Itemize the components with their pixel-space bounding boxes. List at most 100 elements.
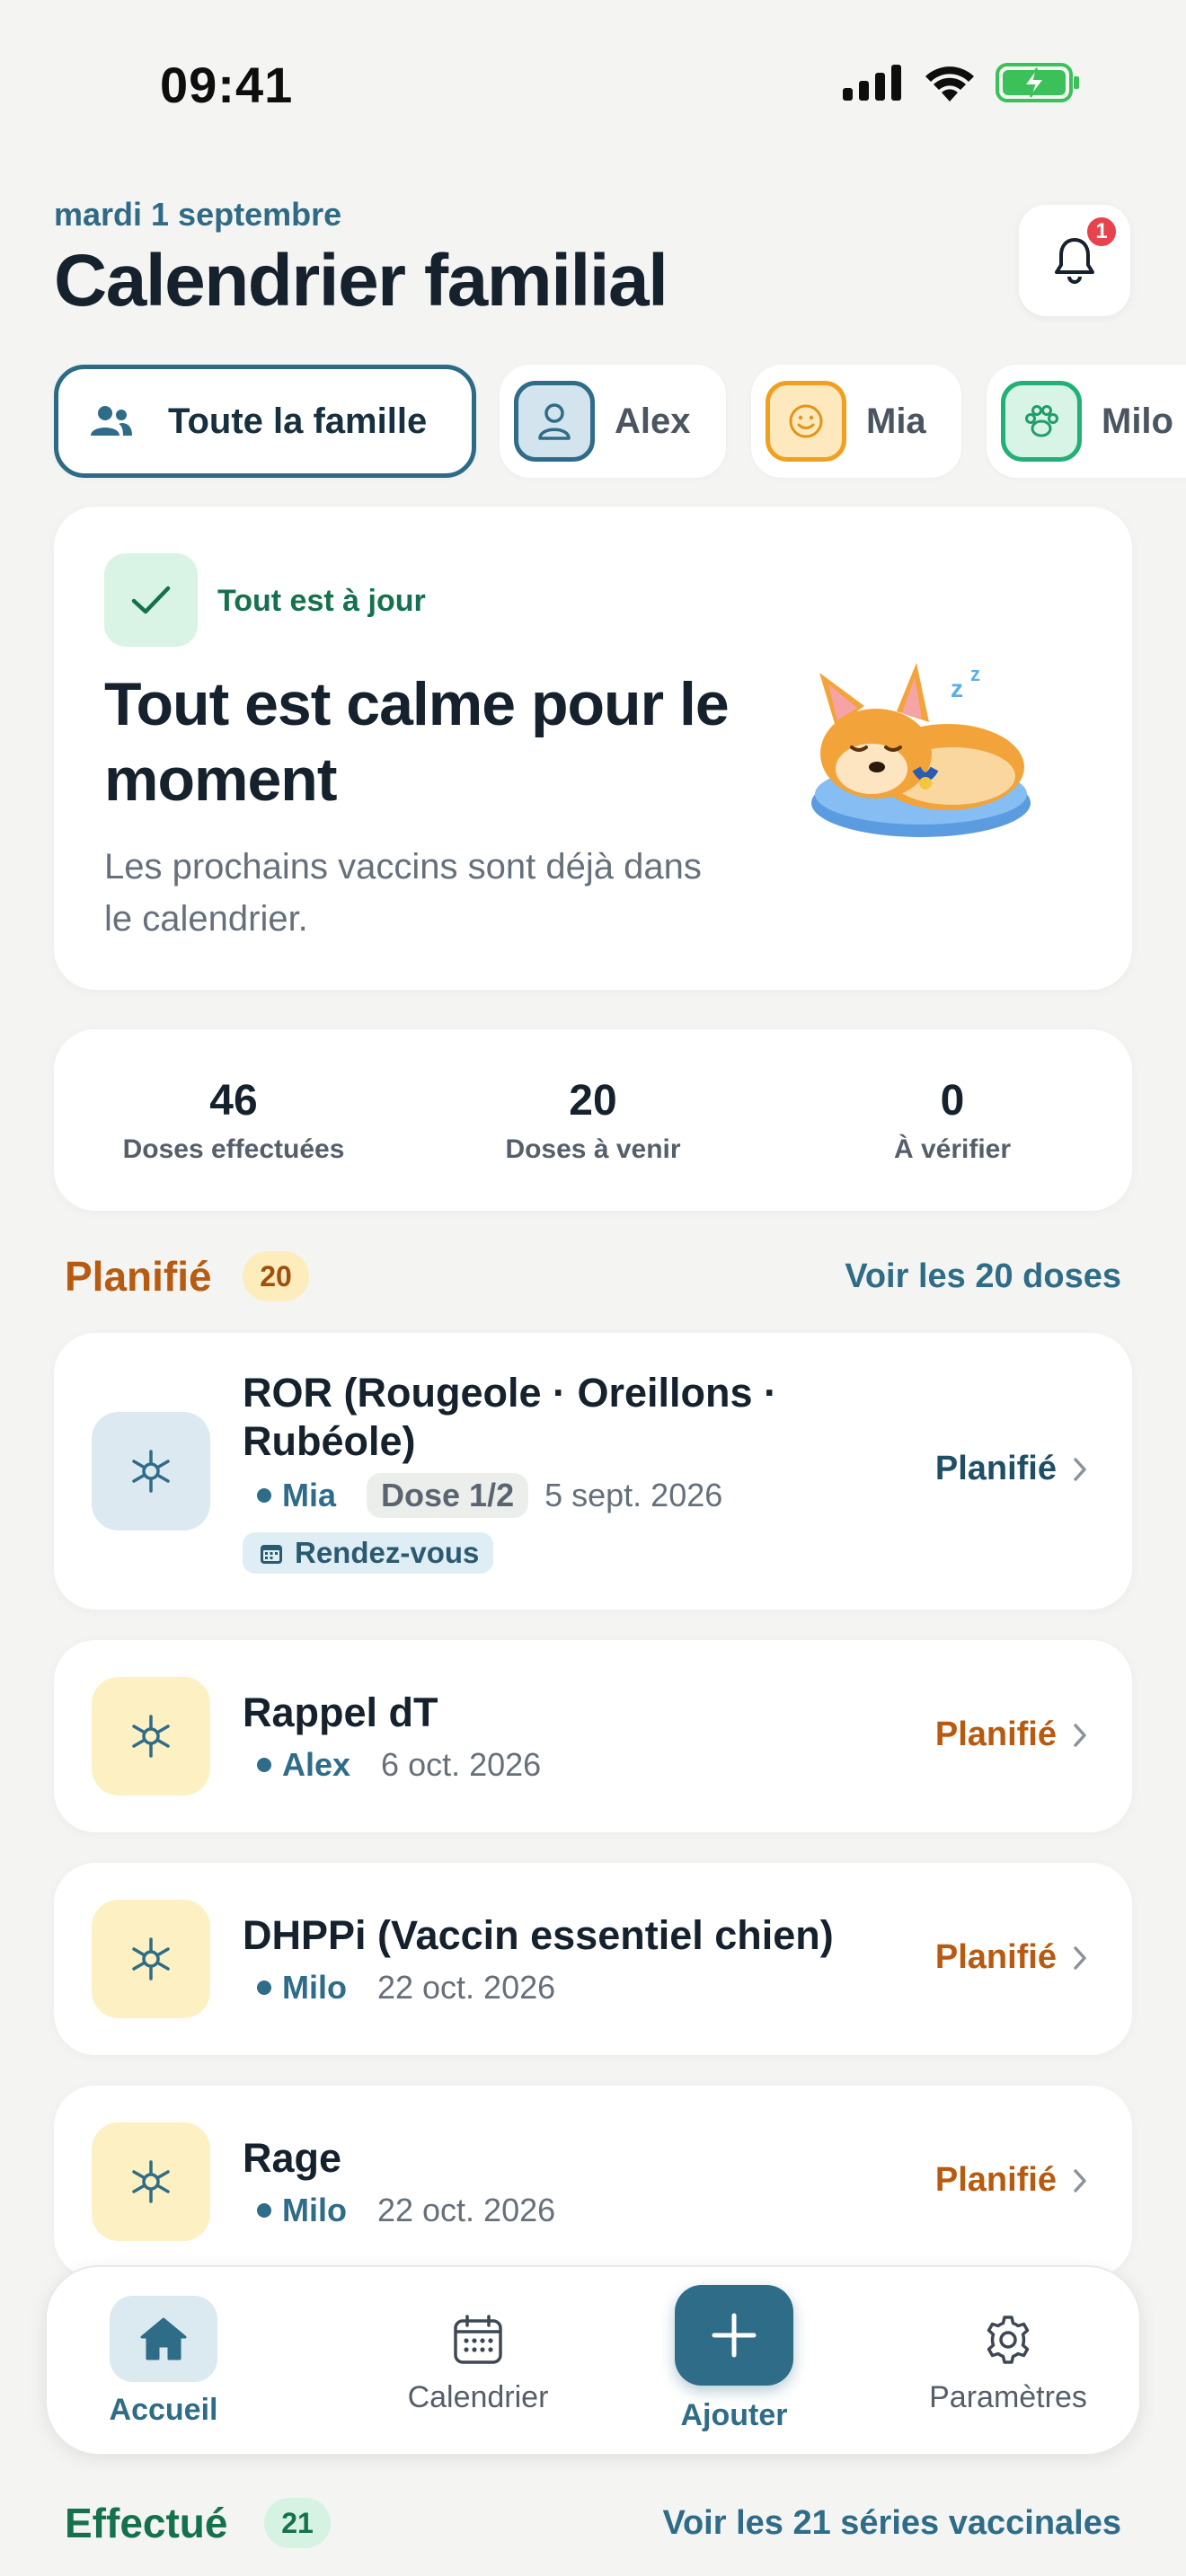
tab-add[interactable]: Ajouter [631, 2267, 837, 2457]
plus-icon [712, 2313, 757, 2358]
filter-label: Milo [1102, 401, 1173, 441]
tab-calendar[interactable]: Calendrier [343, 2267, 613, 2457]
see-all-done-link[interactable]: Voir les 21 séries vaccinales [662, 2504, 1121, 2543]
person-dot [257, 2203, 271, 2218]
stat-to-check: 0 À vérifier [773, 1029, 1132, 1211]
person-dot [257, 1981, 271, 1995]
done-count-badge: 21 [264, 2498, 331, 2548]
chevron-right-icon [1074, 1945, 1086, 1970]
gear-icon [987, 2316, 1030, 2364]
vaccine-badge [92, 1412, 210, 1531]
filter-label: Mia [866, 401, 926, 441]
tab-home-label: Accueil [109, 2393, 218, 2427]
battery-icon [996, 63, 1079, 102]
dose-card-rappel-dt[interactable]: Rappel dT Alex 6 oct. 2026 Planifié [54, 1640, 1132, 1832]
stat-value: 46 [209, 1076, 258, 1125]
people-icon [91, 406, 132, 436]
signal-icon [843, 65, 901, 101]
calendar-icon [454, 2315, 502, 2364]
see-all-planned-link[interactable]: Voir les 20 doses [845, 1257, 1121, 1296]
dose-name: Rappel dT [243, 1689, 438, 1735]
page-title: Calendrier familial [54, 240, 668, 322]
tab-home[interactable]: Accueil [65, 2267, 262, 2457]
wifi-icon [925, 66, 974, 101]
dose-status-label: Planifié [934, 2161, 1057, 2199]
dose-person: Mia [282, 1477, 337, 1513]
stats-card: 46 Doses effectuées 20 Doses à venir 0 À… [54, 1029, 1132, 1211]
dose-person: Milo [282, 1969, 347, 2006]
done-section-title: Effectué [65, 2500, 228, 2546]
stat-value: 0 [940, 1076, 965, 1125]
dose-status-label: Planifié [934, 1716, 1057, 1753]
status-subtitle: Les prochains vaccins sont déjà dans le … [104, 847, 702, 939]
dose-date: 6 oct. 2026 [381, 1746, 542, 1783]
avatar-alex [514, 381, 595, 462]
filter-label: Toute la famille [168, 401, 428, 441]
stat-label: Doses effectuées [122, 1134, 345, 1164]
dose-status-label: Planifié [934, 1450, 1057, 1487]
snowflake-vaccine-icon [132, 2160, 170, 2203]
status-tag: Tout est à jour [217, 584, 426, 618]
chevron-right-icon [1074, 1723, 1086, 1747]
status-card: Tout est à jour Tout est calme pour le m… [54, 507, 1132, 990]
dose-name: DHPPi (Vaccin essentiel chien) [243, 1912, 834, 1958]
avatar-milo [1001, 381, 1082, 462]
planned-count-badge: 20 [243, 1251, 309, 1301]
dose-number: Dose 1/2 [367, 1473, 529, 1518]
tab-settings-label: Paramètres [929, 2380, 1087, 2414]
status-title: Tout est calme pour le moment [104, 670, 730, 814]
dose-name: Rage [243, 2135, 342, 2181]
notification-badge: 1 [1084, 214, 1120, 250]
appointment-tag: Rendez-vous [243, 1532, 494, 1574]
vaccine-badge [92, 2122, 210, 2241]
add-button[interactable] [675, 2285, 793, 2386]
stat-value: 20 [569, 1076, 617, 1125]
dose-status: Planifié [935, 1716, 1087, 1754]
dose-status: Planifié [935, 2161, 1087, 2200]
stat-doses-done: 46 Doses effectuées [54, 1029, 413, 1211]
vaccine-badge [92, 1900, 210, 2018]
tab-add-label: Ajouter [680, 2398, 788, 2432]
stat-label: À vérifier [893, 1134, 1012, 1164]
person-icon [538, 403, 571, 440]
dose-card-dhppi[interactable]: DHPPi (Vaccin essentiel chien) Milo 22 o… [54, 1863, 1132, 2055]
check-badge [104, 553, 198, 647]
snowflake-vaccine-icon [132, 1937, 170, 1981]
svg-text:z: z [970, 663, 980, 685]
person-dot [257, 1758, 271, 1772]
status-time: 09:41 [160, 57, 294, 113]
paw-icon [1025, 405, 1058, 437]
dose-person: Milo [282, 2192, 347, 2228]
tab-settings[interactable]: Paramètres [900, 2267, 1116, 2457]
snowflake-vaccine-icon [132, 1450, 170, 1493]
notifications-button[interactable]: 1 [1019, 205, 1130, 316]
current-date: mardi 1 septembre [54, 196, 342, 233]
dose-status: Planifié [935, 1938, 1087, 1977]
dose-date: 5 sept. 2026 [544, 1477, 723, 1513]
dose-meta: Mia Dose 1/2 5 sept. 2026 [257, 1473, 722, 1518]
appointment-label: Rendez-vous [295, 1536, 480, 1569]
sleeping-dog-illustration: z z [811, 663, 1031, 837]
dose-meta: Alex 6 oct. 2026 [257, 1746, 541, 1784]
svg-text:z: z [951, 675, 963, 702]
smile-icon [789, 404, 823, 438]
dose-status: Planifié [935, 1450, 1087, 1488]
filter-label: Alex [615, 401, 691, 441]
filter-mia[interactable]: Mia [751, 365, 961, 478]
home-icon [140, 2317, 187, 2360]
tab-calendar-label: Calendrier [407, 2380, 549, 2414]
dose-status-label: Planifié [934, 1938, 1057, 1976]
calendar-small-icon [261, 1545, 282, 1564]
bottom-tab-bar: Accueil Calendrier Ajouter Paramètres [45, 2265, 1141, 2456]
chevron-right-icon [1074, 1457, 1086, 1481]
dose-card-rage[interactable]: Rage Milo 22 oct. 2026 Planifié [54, 2086, 1132, 2278]
avatar-mia [766, 381, 846, 462]
planned-section-title: Planifié [65, 1253, 212, 1300]
dose-date: 22 oct. 2026 [376, 2192, 556, 2228]
status-icons [843, 63, 1080, 102]
check-icon [131, 586, 171, 614]
filter-alex[interactable]: Alex [500, 365, 726, 478]
filter-all-family[interactable]: Toute la famille [54, 365, 476, 478]
dose-card-ror[interactable]: ROR (Rougeole · Oreillons · Rubéole) Mia… [54, 1333, 1132, 1610]
filter-milo[interactable]: Milo [987, 365, 1186, 478]
